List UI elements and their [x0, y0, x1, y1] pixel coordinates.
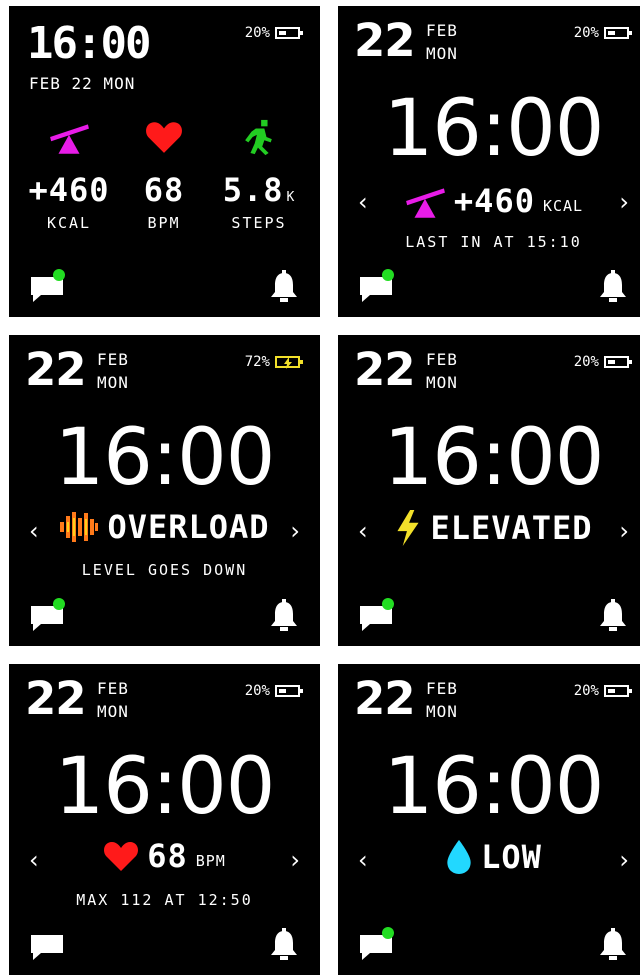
- time-display: 16:00: [54, 742, 276, 832]
- seesaw-icon: [48, 118, 90, 156]
- stat-bpm[interactable]: 68 BPM: [114, 118, 214, 231]
- battery-indicator: 72%: [244, 354, 303, 370]
- watch-screen-hydration: 22 FEB MON 20% 16:00 ‹ › LOW: [338, 664, 640, 975]
- bell-icon[interactable]: [597, 927, 629, 961]
- chat-icon[interactable]: [358, 598, 394, 632]
- notification-dot: [382, 598, 394, 610]
- day-number: 22: [354, 343, 416, 396]
- metric-unit: KCAL: [542, 196, 584, 215]
- battery-icon: [604, 356, 632, 368]
- battery-percent: 20%: [573, 25, 599, 41]
- battery-indicator: 20%: [573, 683, 632, 699]
- seesaw-icon: [404, 182, 446, 220]
- stress-bars-icon: [59, 510, 99, 544]
- watch-screen-calories: 22 FEB MON 20% 16:00 ‹ › +460 KCAL LAST …: [338, 6, 640, 317]
- time-display: 16:00: [383, 84, 605, 174]
- battery-icon: [604, 685, 632, 697]
- chat-icon[interactable]: [29, 269, 65, 303]
- metric-row: 68 BPM: [9, 840, 320, 872]
- watch-screen-summary: 16:00 FEB 22 MON 20% +460 KCAL 68 BPM 5.…: [9, 6, 320, 317]
- month: FEB: [426, 21, 458, 40]
- battery-indicator: 20%: [573, 354, 632, 370]
- water-drop-icon: [445, 839, 473, 875]
- metric-row: LOW: [338, 839, 640, 875]
- bell-icon[interactable]: [268, 927, 300, 961]
- weekday: MON: [97, 702, 129, 721]
- chat-icon[interactable]: [358, 269, 394, 303]
- watch-screen-heart-rate: 22 FEB MON 20% 16:00 ‹ › 68 BPM MAX 112 …: [9, 664, 320, 975]
- month: FEB: [97, 679, 129, 698]
- bell-icon[interactable]: [597, 269, 629, 303]
- metric-value: ELEVATED: [430, 509, 593, 547]
- battery-icon: [275, 685, 303, 697]
- battery-percent: 20%: [244, 25, 270, 41]
- chat-icon[interactable]: [29, 598, 65, 632]
- stat-value: 68: [143, 171, 185, 209]
- day-number: 22: [25, 343, 87, 396]
- watch-screen-energy: 22 FEB MON 20% 16:00 ‹ › ELEVATED: [338, 335, 640, 646]
- stat-label: KCAL: [46, 214, 92, 232]
- metric-row: OVERLOAD: [9, 510, 320, 544]
- battery-percent: 72%: [244, 354, 270, 370]
- notification-dot: [53, 598, 65, 610]
- battery-icon: [604, 27, 632, 39]
- stat-kcal[interactable]: +460 KCAL: [19, 118, 119, 231]
- heart-icon: [103, 840, 139, 872]
- day-number: 22: [354, 672, 416, 725]
- metric-subtitle: LAST IN AT 15:10: [405, 233, 582, 251]
- chat-icon[interactable]: [358, 927, 394, 961]
- battery-indicator: 20%: [573, 25, 632, 41]
- weekday: MON: [426, 44, 458, 63]
- metric-value: +460: [453, 182, 535, 220]
- month: FEB: [426, 350, 458, 369]
- stat-steps[interactable]: 5.8 K STEPS: [209, 118, 309, 231]
- bell-icon[interactable]: [268, 269, 300, 303]
- weekday: MON: [97, 373, 129, 392]
- notification-dot: [382, 269, 394, 281]
- weekday: MON: [426, 373, 458, 392]
- time-display: 16:00: [383, 413, 605, 503]
- heart-icon: [145, 118, 183, 156]
- watch-screen-stress: 22 FEB MON 72% 16:00 ‹ › OVERLOAD LEVEL …: [9, 335, 320, 646]
- stat-value: 5.8 K: [222, 171, 296, 209]
- weekday: MON: [426, 702, 458, 721]
- month: FEB: [426, 679, 458, 698]
- stat-value: +460: [28, 171, 110, 209]
- day-number: 22: [354, 14, 416, 67]
- battery-percent: 20%: [573, 354, 599, 370]
- notification-dot: [382, 927, 394, 939]
- notification-dot: [53, 269, 65, 281]
- time-display: 16:00: [383, 742, 605, 832]
- date-display: FEB 22 MON: [29, 74, 136, 93]
- metric-row: ELEVATED: [338, 509, 640, 547]
- metric-value: 68: [147, 837, 188, 875]
- metric-subtitle: LEVEL GOES DOWN: [81, 561, 248, 579]
- stat-label: BPM: [147, 214, 181, 232]
- battery-indicator: 20%: [244, 25, 303, 41]
- metric-unit: BPM: [195, 851, 226, 870]
- metric-subtitle: MAX 112 AT 12:50: [76, 891, 253, 909]
- metric-value: LOW: [481, 838, 542, 876]
- day-number: 22: [25, 672, 87, 725]
- bell-icon[interactable]: [597, 598, 629, 632]
- running-person-icon: [243, 118, 275, 156]
- metric-value: OVERLOAD: [107, 508, 270, 546]
- battery-percent: 20%: [244, 683, 270, 699]
- lightning-icon: [394, 509, 422, 547]
- battery-icon: [275, 27, 303, 39]
- metric-row: +460 KCAL: [338, 182, 640, 220]
- battery-percent: 20%: [573, 683, 599, 699]
- month: FEB: [97, 350, 129, 369]
- bell-icon[interactable]: [268, 598, 300, 632]
- chat-icon[interactable]: [29, 927, 65, 961]
- time-display: 16:00: [27, 18, 151, 69]
- battery-indicator: 20%: [244, 683, 303, 699]
- battery-charging-icon: [275, 356, 303, 368]
- stat-label: STEPS: [231, 214, 287, 232]
- time-display: 16:00: [54, 413, 276, 503]
